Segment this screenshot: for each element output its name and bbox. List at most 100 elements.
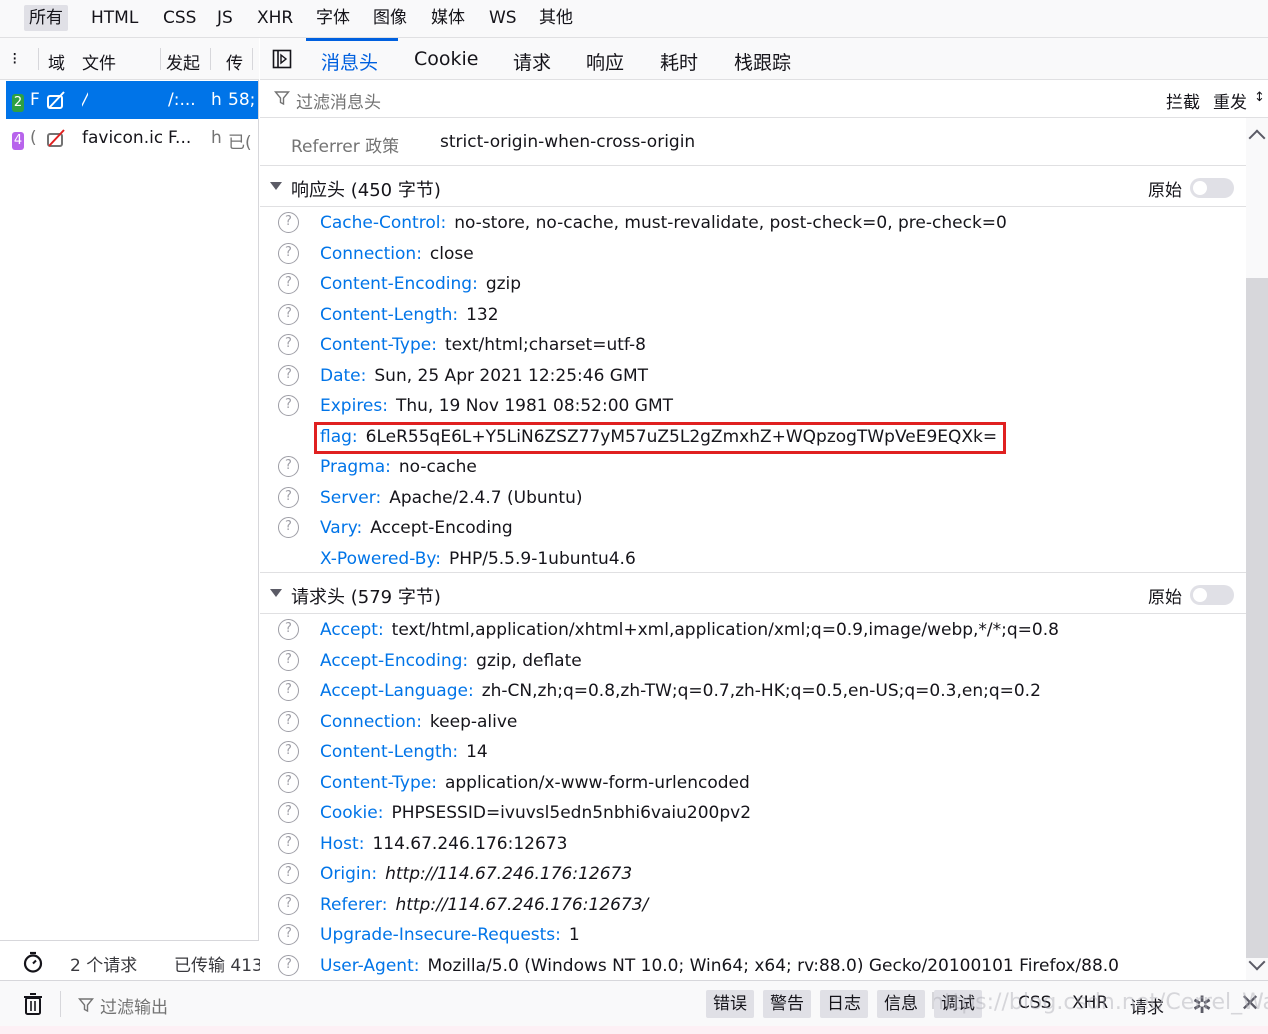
filter-fonts[interactable]: 字体 (311, 5, 355, 31)
help-icon[interactable]: ? (278, 832, 299, 854)
console-input-strip[interactable] (0, 1026, 1268, 1034)
header-row[interactable]: ? Origin: http://114.67.246.176:12673 (260, 860, 1246, 890)
header-row[interactable]: ? Cache-Control: no-store, no-cache, must-… (260, 209, 1246, 239)
header-row[interactable]: ? Vary: Accept-Encoding (260, 514, 1246, 544)
header-row[interactable]: ? Content-Type: application/x-www-form-url… (260, 769, 1246, 799)
help-icon[interactable]: ? (278, 619, 299, 640)
help-icon[interactable]: ? (278, 649, 299, 671)
filter-css[interactable]: CSS (158, 5, 201, 31)
level-error-button[interactable]: 错误 (706, 990, 754, 1018)
filter-xhr[interactable]: XHR (252, 5, 298, 31)
header-row[interactable]: ? Connection: close (260, 240, 1246, 270)
request-initiator: F... (168, 128, 192, 148)
column-options[interactable]: ⁝ (12, 49, 17, 69)
collapse-triangle-icon[interactable] (270, 589, 282, 597)
column-separator[interactable] (38, 48, 39, 70)
header-line: Content-Encoding: gzip (320, 274, 521, 294)
header-row[interactable]: ? Connection: keep-alive (260, 708, 1246, 738)
tab-stack-trace[interactable]: 栈跟踪 (734, 48, 791, 75)
header-value: no-cache (398, 457, 477, 477)
resend-button[interactable]: 重发 (1213, 88, 1247, 113)
column-separator[interactable] (160, 48, 161, 70)
scroll-up-icon[interactable] (1248, 129, 1266, 147)
collapse-triangle-icon[interactable] (270, 182, 282, 190)
tab-headers[interactable]: 消息头 (321, 48, 378, 75)
column-transferred[interactable]: 传 (226, 49, 243, 74)
column-separator[interactable] (210, 48, 211, 70)
header-row[interactable]: ? Content-Encoding: gzip (260, 270, 1246, 300)
filter-js[interactable]: JS (212, 5, 238, 31)
filter-other[interactable]: 其他 (534, 5, 578, 31)
help-icon[interactable]: ? (278, 954, 299, 976)
tab-response[interactable]: 响应 (586, 48, 624, 75)
help-icon[interactable]: ? (278, 456, 299, 477)
level-log-button[interactable]: 日志 (820, 990, 868, 1018)
column-initiator[interactable]: 发起 (166, 49, 200, 74)
block-button[interactable]: 拦截 (1166, 88, 1200, 113)
request-list-panel: ⁝ 域 文件 发起 传 2 F / /:... h 58; 4 ( favico… (0, 38, 263, 980)
header-row[interactable]: ? Host: 114.67.246.176:12673 (260, 830, 1246, 860)
header-row[interactable]: ? Accept: text/html,application/xhtml+xml,… (260, 616, 1246, 646)
column-domain[interactable]: 域 (48, 49, 65, 74)
header-value: http://114.67.246.176:12673/ (395, 894, 649, 915)
header-row[interactable]: ? Accept-Language: zh-CN,zh;q=0.8,zh-TW;q=… (260, 677, 1246, 707)
toggle-panel-icon[interactable] (272, 49, 292, 69)
column-file[interactable]: 文件 (82, 49, 116, 74)
tab-cookies[interactable]: Cookie (414, 48, 479, 70)
help-icon[interactable]: ? (278, 924, 299, 945)
filter-html[interactable]: HTML (86, 5, 143, 31)
header-row[interactable]: ? Server: Apache/2.4.7 (Ubuntu) (260, 484, 1246, 514)
raw-toggle[interactable] (1190, 178, 1234, 198)
help-icon[interactable]: ? (278, 893, 299, 915)
help-icon[interactable]: ? (278, 334, 299, 355)
help-icon[interactable]: ? (278, 741, 299, 762)
request-row[interactable]: 4 ( favicon.ic F... h 已( (6, 119, 258, 157)
resend-dropdown-icon[interactable]: ↕ (1254, 90, 1265, 105)
help-icon[interactable]: ? (278, 710, 299, 732)
help-icon[interactable]: ? (278, 273, 299, 294)
header-row[interactable]: ? Expires: Thu, 19 Nov 1981 08:52:00 GMT (260, 392, 1246, 422)
toggle-knob (1193, 181, 1207, 195)
filter-images[interactable]: 图像 (368, 5, 412, 31)
response-headers-section[interactable]: 响应头 (450 字节) 原始 (260, 165, 1246, 207)
header-row[interactable]: ? Upgrade-Insecure-Requests: 1 (260, 921, 1246, 951)
level-warning-button[interactable]: 警告 (763, 990, 811, 1018)
filter-media[interactable]: 媒体 (426, 5, 470, 31)
filter-all[interactable]: 所有 (24, 5, 68, 31)
header-line: Vary: Accept-Encoding (320, 518, 513, 538)
help-icon[interactable]: ? (278, 517, 299, 538)
header-row[interactable]: ? Content-Length: 132 (260, 301, 1246, 331)
tab-request[interactable]: 请求 (513, 48, 551, 75)
header-row[interactable]: ? Accept-Encoding: gzip, deflate (260, 647, 1246, 677)
help-icon[interactable]: ? (278, 364, 299, 386)
filter-output-input[interactable]: 过滤输出 (100, 993, 168, 1018)
header-row[interactable]: ? Content-Type: text/html;charset=utf-8 (260, 331, 1246, 361)
help-icon[interactable]: ? (278, 486, 299, 508)
request-row[interactable]: 2 F / /:... h 58; (6, 81, 258, 119)
header-row[interactable]: ? User-Agent: Mozilla/5.0 (Windows NT 10.0… (260, 952, 1246, 981)
raw-toggle[interactable] (1190, 585, 1234, 605)
tab-timings[interactable]: 耗时 (660, 48, 698, 75)
header-row[interactable]: ? Cookie: PHPSESSID=ivuvsl5edn5nbhi6vaiu20… (260, 799, 1246, 829)
filter-headers-input[interactable]: 过滤消息头 (296, 88, 381, 113)
request-headers-section[interactable]: 请求头 (579 字节) 原始 (260, 572, 1246, 614)
help-icon[interactable]: ? (278, 395, 299, 416)
vertical-scrollbar[interactable] (1246, 118, 1268, 980)
help-icon[interactable]: ? (278, 863, 299, 884)
level-info-button[interactable]: 信息 (877, 990, 925, 1018)
help-icon[interactable]: ? (278, 802, 299, 823)
help-icon[interactable]: ? (278, 680, 299, 701)
header-row[interactable]: ? Content-Length: 14 (260, 738, 1246, 768)
help-icon[interactable]: ? (278, 771, 299, 793)
help-icon[interactable]: ? (278, 303, 299, 325)
scrollbar-thumb[interactable] (1246, 278, 1268, 958)
header-row[interactable]: X-Powered-By: PHP/5.5.9-1ubuntu4.6 (260, 545, 1246, 575)
filter-ws[interactable]: WS (484, 5, 522, 31)
header-row[interactable]: ? Pragma: no-cache (260, 453, 1246, 483)
trash-icon[interactable] (22, 992, 44, 1016)
help-icon[interactable]: ? (278, 242, 299, 264)
column-separator[interactable] (252, 48, 253, 70)
help-icon[interactable]: ? (278, 212, 299, 233)
header-row[interactable]: ? Referer: http://114.67.246.176:12673/ (260, 891, 1246, 921)
header-row[interactable]: ? Date: Sun, 25 Apr 2021 12:25:46 GMT (260, 362, 1246, 392)
